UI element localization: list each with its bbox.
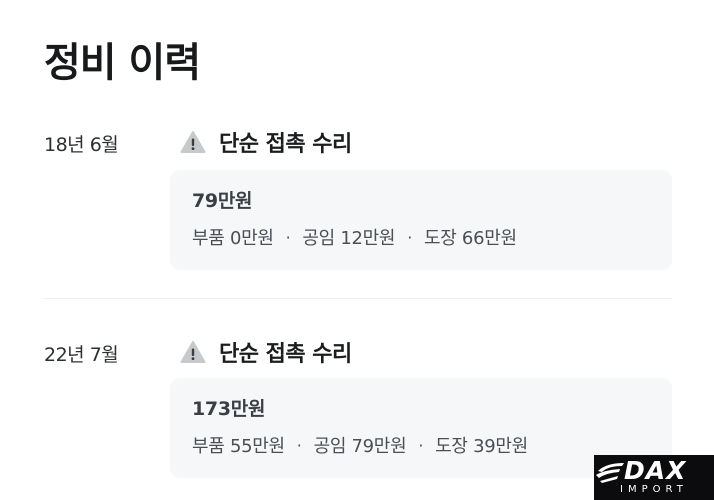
labor-cost: 공임 79만원 (313, 436, 407, 457)
paint-cost: 도장 66만원 (423, 228, 517, 249)
separator: · (296, 435, 302, 455)
record-type: 단순 접촉 수리 (180, 336, 352, 368)
separator: · (285, 227, 291, 247)
divider (44, 298, 672, 299)
parts-cost: 부품 0만원 (192, 228, 274, 249)
paint-cost: 도장 39만원 (435, 436, 528, 457)
record-date: 22년 7월 (44, 344, 119, 366)
parts-cost: 부품 55만원 (192, 436, 285, 457)
warning-icon (180, 341, 206, 363)
cost-total: 79만원 (192, 190, 253, 212)
warning-icon (180, 131, 206, 153)
record-date: 18년 6월 (44, 134, 119, 156)
separator: · (407, 227, 412, 247)
record-type-label: 단순 접촉 수리 (219, 132, 352, 157)
separator: · (418, 435, 424, 455)
cost-breakdown: 부품 55만원 · 공임 79만원 · 도장 39만원 (192, 432, 528, 458)
brand-logo: DAX IMPORT (594, 455, 714, 500)
cost-card: 79만원 부품 0만원 · 공임 12만원 · 도장 66만원 (170, 170, 672, 270)
cost-breakdown: 부품 0만원 · 공임 12만원 · 도장 66만원 (192, 224, 517, 250)
page-title: 정비 이력 (44, 40, 201, 86)
brand-sub: IMPORT (620, 484, 688, 495)
cost-total: 173만원 (192, 398, 266, 420)
record-type: 단순 접촉 수리 (180, 126, 352, 158)
record-type-label: 단순 접촉 수리 (219, 342, 352, 367)
labor-cost: 공임 12만원 (302, 228, 396, 249)
brand-name: DAX (624, 456, 687, 485)
